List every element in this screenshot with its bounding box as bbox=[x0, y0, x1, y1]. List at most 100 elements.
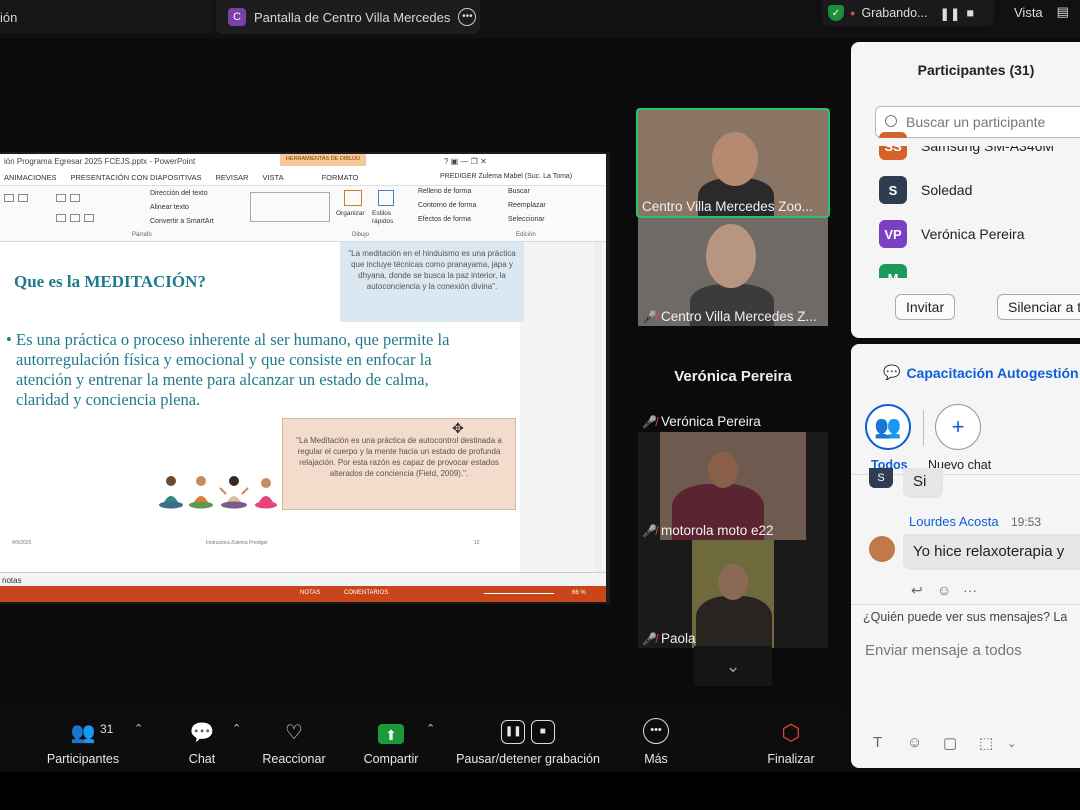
text-format-icon[interactable]: T bbox=[873, 734, 882, 751]
align-text-label: Alinear texto bbox=[150, 204, 189, 211]
ppt-tab-presentacion: PRESENTACIÓN CON DIAPOSITIVAS bbox=[70, 173, 202, 182]
ppt-context-tab: HERRAMIENTAS DE DIBUJO bbox=[280, 154, 366, 166]
video-tile-motorola[interactable]: 🎤̸ motorola moto e22 bbox=[638, 432, 828, 540]
participants-count: 31 bbox=[100, 722, 114, 736]
video-tile-label: 🎤̸ Paola bbox=[642, 631, 695, 646]
emoji-react-icon[interactable]: ☺ bbox=[937, 582, 951, 598]
chat-tab-everyone[interactable]: 👥 bbox=[865, 404, 911, 450]
video-tile-veronica-label[interactable]: 🎤̸ Verónica Pereira bbox=[638, 408, 828, 432]
participant-face bbox=[708, 452, 738, 488]
video-tile-host-2[interactable]: 🎤̸ Centro Villa Mercedes Z... bbox=[638, 218, 828, 326]
ppt-tab-animaciones: ANIMACIONES bbox=[4, 173, 57, 182]
screenshot-icon[interactable]: ⬚ bbox=[979, 734, 993, 752]
video-tile-label: Centro Villa Mercedes Zoo... bbox=[642, 199, 813, 214]
share-caret-icon[interactable]: ⌃ bbox=[426, 722, 435, 735]
group-editing-label: Edición bbox=[516, 232, 536, 238]
sharer-badge: C bbox=[228, 8, 246, 26]
message-visibility-note[interactable]: ¿Quién puede ver sus mensajes? La bbox=[863, 610, 1067, 624]
chat-tab-new-chat[interactable]: + bbox=[935, 404, 981, 450]
participant-face bbox=[706, 224, 756, 288]
share-screen-tab[interactable]: C Pantalla de Centro Villa Mercedes ••• bbox=[216, 0, 480, 34]
more-button[interactable]: ••• Más bbox=[636, 708, 676, 772]
zoom-slider[interactable] bbox=[484, 593, 554, 594]
participant-face bbox=[712, 132, 758, 186]
pause-icon: ❚❚ bbox=[501, 720, 526, 744]
group-icon: 👥 bbox=[874, 414, 902, 439]
more-options-icon[interactable]: ••• bbox=[458, 8, 477, 26]
video-label-text: Centro Villa Mercedes Zoo... bbox=[642, 199, 813, 214]
participants-panel: Participantes (31) Buscar un participant… bbox=[851, 42, 1080, 338]
scroll-videos-down-button[interactable]: ⌄ bbox=[694, 646, 772, 686]
meditating-figure-4 bbox=[255, 478, 277, 509]
organize-icon bbox=[344, 190, 362, 206]
move-cursor-icon: ✥ bbox=[452, 420, 464, 436]
mute-all-button[interactable]: Silenciar a t bbox=[997, 294, 1080, 320]
slide-footer-author: Instructora Zulema Prediger bbox=[206, 540, 268, 546]
status-notes-button[interactable]: NOTAS bbox=[300, 590, 320, 596]
share-button[interactable]: ⬆ Compartir bbox=[358, 708, 424, 772]
participant-row[interactable]: S Soledad bbox=[879, 176, 972, 204]
notes-label: notas bbox=[2, 576, 22, 585]
video-tile-paola[interactable]: 🎤̸ Paola bbox=[638, 540, 828, 648]
view-button[interactable]: Vista ▤ bbox=[1014, 4, 1069, 20]
chat-button[interactable]: 💬 Chat bbox=[178, 708, 226, 772]
participant-avatar: VP bbox=[879, 220, 907, 248]
chat-title: 💬 Capacitación Autogestión bbox=[883, 364, 1079, 381]
shape-effects-label: Efectos de forma bbox=[418, 216, 471, 223]
ppt-scrollbar[interactable] bbox=[594, 242, 602, 572]
react-label: Reaccionar bbox=[262, 752, 326, 766]
ppt-tab-vista: VISTA bbox=[262, 173, 284, 182]
emoji-icon[interactable]: ☺ bbox=[907, 734, 922, 751]
pause-recording-icon[interactable]: ❚❚ bbox=[939, 6, 960, 21]
file-icon[interactable]: ▢ bbox=[943, 734, 957, 752]
slide-body-text: Es una práctica o proceso inherente al s… bbox=[16, 330, 450, 409]
react-button[interactable]: ♡ Reaccionar bbox=[258, 708, 330, 772]
end-meeting-button[interactable]: ⬡ Finalizar bbox=[762, 708, 820, 772]
shape-fill-label: Relleno de forma bbox=[418, 188, 472, 195]
pause-stop-icons: ❚❚ ■ bbox=[501, 717, 555, 744]
chat-caret-icon[interactable]: ⌃ bbox=[232, 722, 241, 735]
reply-icon[interactable]: ↩ bbox=[911, 582, 923, 599]
chevron-down-icon[interactable]: ⌄ bbox=[1007, 737, 1016, 750]
participant-row[interactable]: M bbox=[879, 264, 907, 278]
meeting-tab-label: ión bbox=[0, 9, 18, 25]
ppt-user-name: PREDIGER Zulema Mabel (Suc. La Toma) bbox=[440, 173, 573, 180]
align-right-icon bbox=[84, 214, 94, 222]
message-text: Yo hice relaxoterapia y bbox=[913, 543, 1065, 560]
participant-avatar: M bbox=[879, 264, 907, 278]
participant-name: Soledad bbox=[921, 182, 973, 198]
status-comments-button[interactable]: COMENTARIOS bbox=[344, 590, 388, 596]
participants-title: Participantes (31) bbox=[917, 62, 1035, 78]
message-text: Si bbox=[913, 473, 927, 490]
participants-button[interactable]: 👥 Participantes bbox=[44, 708, 122, 772]
video-tile-host[interactable]: Centro Villa Mercedes Zoo... bbox=[636, 108, 830, 218]
stop-recording-icon[interactable]: ■ bbox=[966, 6, 974, 20]
group-paragraph-label: Párrafo bbox=[132, 232, 152, 238]
chat-divider bbox=[851, 604, 1080, 605]
participant-row[interactable]: VP Verónica Pereira bbox=[879, 220, 1025, 248]
video-label-text: Verónica Pereira bbox=[660, 414, 761, 429]
more-label: Más bbox=[644, 752, 668, 766]
participant-row[interactable]: SS Samsung SM-A346M bbox=[879, 132, 1054, 160]
message-avatar: S bbox=[869, 468, 893, 488]
invite-button[interactable]: Invitar bbox=[895, 294, 956, 320]
video-tile-label: 🎤̸ motorola moto e22 bbox=[642, 523, 774, 538]
heart-icon: ♡ bbox=[285, 722, 303, 744]
record-label: Pausar/detener grabación bbox=[456, 752, 600, 766]
record-dot-icon: ● bbox=[850, 8, 856, 18]
more-dots-icon: ••• bbox=[643, 718, 669, 744]
video-tile-label: 🎤̸ Verónica Pereira bbox=[642, 414, 761, 429]
chat-bubbles-icon: 💬 bbox=[883, 364, 901, 380]
participant-avatar: SS bbox=[879, 132, 907, 160]
slide-footer-page: 12 bbox=[474, 540, 480, 546]
meeting-tab[interactable]: ión bbox=[0, 0, 212, 34]
chat-message-input[interactable]: Enviar mensaje a todos bbox=[865, 642, 1022, 659]
share-title: Pantalla de Centro Villa Mercedes bbox=[254, 9, 451, 25]
ppt-tab-revisar: REVISAR bbox=[215, 173, 249, 182]
participant-name: Verónica Pereira bbox=[921, 226, 1025, 242]
pause-stop-recording-button[interactable]: ❚❚ ■ Pausar/detener grabación bbox=[452, 708, 604, 772]
participants-caret-icon[interactable]: ⌃ bbox=[134, 722, 143, 735]
more-icon[interactable]: ··· bbox=[963, 582, 977, 598]
slide-body: • Es una práctica o proceso inherente al… bbox=[6, 330, 484, 410]
ppt-ribbon: Dirección del texto Alinear texto Conver… bbox=[0, 186, 606, 242]
